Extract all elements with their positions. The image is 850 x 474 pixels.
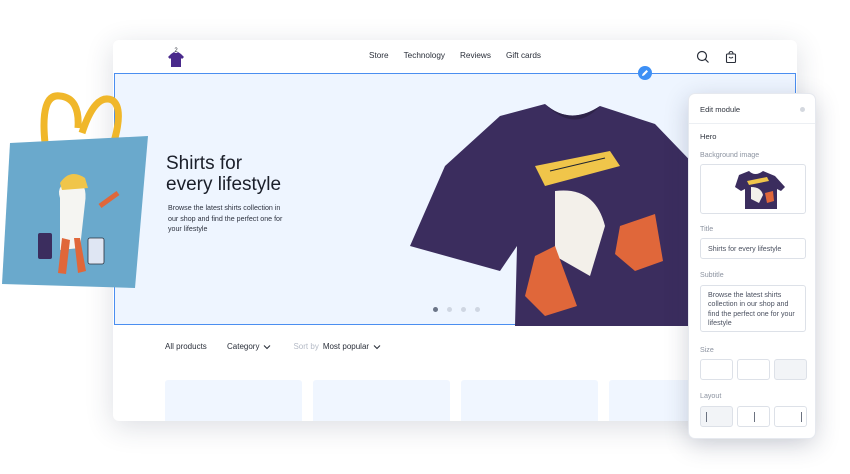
- cart-icon[interactable]: [724, 50, 738, 64]
- background-image-picker[interactable]: [700, 164, 806, 214]
- product-card[interactable]: [461, 380, 598, 421]
- product-grid: [165, 380, 746, 421]
- menu-item-store[interactable]: Store: [369, 51, 389, 60]
- panel-header: Edit module: [689, 94, 815, 124]
- product-card[interactable]: [165, 380, 302, 421]
- close-icon[interactable]: [800, 107, 805, 112]
- sort-value: Most popular: [322, 342, 370, 351]
- slide-dot[interactable]: [447, 307, 452, 312]
- stage: 2 Store Technology Reviews Gift cards Sh…: [0, 0, 850, 474]
- subtitle-label: Subtitle: [700, 271, 724, 279]
- top-nav: 2 Store Technology Reviews Gift cards: [113, 40, 797, 74]
- pencil-icon: [642, 70, 648, 76]
- shirt-logo-icon[interactable]: 2: [165, 47, 187, 69]
- background-image-label: Background image: [700, 151, 760, 159]
- hero-subtitle: Browse the latest shirts collection in o…: [168, 204, 283, 233]
- category-dropdown[interactable]: Category: [227, 342, 271, 351]
- subtitle-textarea[interactable]: Browse the latest shirts collection in o…: [700, 285, 806, 332]
- section-title: Hero: [700, 132, 717, 141]
- hero-title: Shirts for every lifestyle: [166, 153, 282, 195]
- size-label: Size: [700, 346, 714, 354]
- slide-dot[interactable]: [433, 307, 438, 312]
- menu-item-technology[interactable]: Technology: [404, 51, 445, 60]
- slide-dot[interactable]: [461, 307, 466, 312]
- layout-options: [700, 406, 807, 427]
- layout-label: Layout: [700, 392, 722, 400]
- category-label: Category: [227, 342, 260, 351]
- layout-option-left[interactable]: [700, 406, 733, 427]
- title-input[interactable]: Shirts for every lifestyle: [700, 238, 806, 259]
- title-label: Title: [700, 225, 714, 233]
- size-options: [700, 359, 807, 380]
- edit-module-panel: Edit module Hero Background image Title …: [688, 93, 816, 439]
- all-products-filter[interactable]: All products: [165, 342, 227, 351]
- main-menu: Store Technology Reviews Gift cards: [369, 51, 541, 60]
- slide-dot[interactable]: [475, 307, 480, 312]
- product-filters: All products Category Sort by Most popul…: [165, 342, 381, 351]
- product-card[interactable]: [313, 380, 450, 421]
- slide-dots: [433, 307, 480, 312]
- menu-item-reviews[interactable]: Reviews: [460, 51, 491, 60]
- edit-module-button[interactable]: [638, 66, 652, 80]
- chevron-down-icon: [373, 344, 381, 349]
- tote-bag-image: [2, 92, 148, 288]
- menu-item-gift-cards[interactable]: Gift cards: [506, 51, 541, 60]
- size-option-medium[interactable]: [737, 359, 770, 380]
- background-thumbnail: [735, 171, 785, 209]
- search-icon[interactable]: [696, 50, 710, 64]
- layout-option-center[interactable]: [737, 406, 770, 427]
- tshirt-image: [410, 104, 705, 326]
- layout-option-right[interactable]: [774, 406, 807, 427]
- size-option-large[interactable]: [774, 359, 807, 380]
- panel-title: Edit module: [700, 105, 741, 114]
- size-option-small[interactable]: [700, 359, 733, 380]
- sort-label: Sort by: [293, 342, 319, 351]
- chevron-down-icon: [264, 344, 271, 349]
- sort-dropdown[interactable]: Most popular: [323, 342, 381, 351]
